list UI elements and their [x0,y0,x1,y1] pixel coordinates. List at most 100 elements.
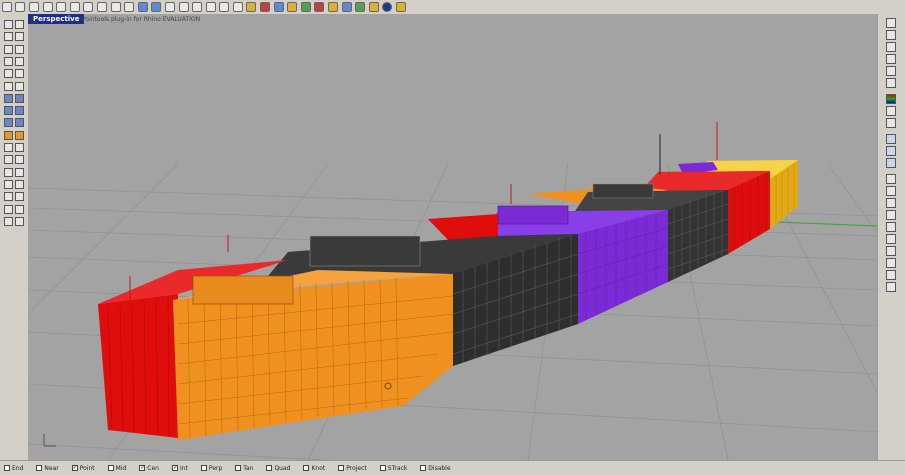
right-tool-13-icon[interactable] [886,174,896,184]
osnap-checkbox[interactable] [266,465,273,471]
box-icon[interactable] [4,93,13,103]
light-icon[interactable] [287,2,298,12]
save-file-icon[interactable] [28,2,39,12]
osnap-checkbox[interactable] [303,465,310,471]
circle-icon[interactable] [15,44,24,54]
osnap-cen[interactable]: ✓ Cen [139,465,159,472]
right-tool-2-icon[interactable] [886,30,896,40]
osnap-disable[interactable]: Disable [420,465,451,472]
select-icon[interactable] [4,20,13,29]
osnap-knot[interactable]: Knot [303,465,325,472]
right-tool-7-icon[interactable] [886,94,896,104]
open-template-icon[interactable] [56,2,67,12]
dimension-icon[interactable] [4,204,13,214]
cut-icon[interactable] [69,2,80,12]
sun-icon[interactable] [368,2,379,12]
right-tool-1-icon[interactable] [886,18,896,28]
sphere-icon[interactable] [15,93,24,103]
osnap-mid[interactable]: Mid [107,465,126,472]
scale-icon[interactable] [15,179,24,189]
mirror-icon[interactable] [4,192,13,202]
texture-icon[interactable] [355,2,366,12]
surface-icon[interactable] [15,81,24,91]
offset-icon[interactable] [4,130,13,140]
ellipse-icon[interactable] [15,56,24,66]
osnap-point[interactable]: ✓ Point [71,465,95,472]
render-icon[interactable] [382,2,393,12]
rotate-icon[interactable] [4,179,13,189]
render-preview-icon[interactable] [260,2,271,12]
group-icon[interactable] [15,155,24,165]
split-icon[interactable] [4,143,13,152]
osnap-checkbox[interactable] [235,465,242,471]
material-icon[interactable] [328,2,339,12]
right-tool-18-icon[interactable] [886,234,896,244]
array-icon[interactable] [15,192,24,202]
point-icon[interactable] [15,20,24,29]
right-tool-12-icon[interactable] [886,158,896,168]
text-icon[interactable] [4,81,13,91]
print-icon[interactable] [42,2,53,12]
select-all-icon[interactable] [232,2,243,12]
osnap-checkbox[interactable]: ✓ [139,465,145,471]
boolean-icon[interactable] [4,118,13,128]
layer-icon[interactable] [300,2,311,12]
osnap-near[interactable]: Near [36,465,59,472]
paste-icon[interactable] [96,2,107,12]
rectangle-icon[interactable] [4,69,13,79]
viewport-title[interactable]: Perspective [28,14,85,24]
polygon-icon[interactable] [15,69,24,79]
right-tool-9-icon[interactable] [886,118,896,128]
copy-icon[interactable] [83,2,94,12]
osnap-checkbox[interactable] [420,465,427,471]
osnap-checkbox[interactable] [338,465,345,471]
osnap-checkbox[interactable]: ✓ [71,465,78,471]
right-tool-15-icon[interactable] [886,198,896,208]
rotate-view-icon[interactable] [151,2,162,12]
new-file-icon[interactable] [1,2,12,12]
osnap-strack[interactable]: STrack [379,465,407,472]
zoom-extents-icon[interactable] [192,2,203,12]
environment-icon[interactable] [341,2,352,12]
fillet-icon[interactable] [15,118,24,128]
osnap-int[interactable]: ✓ Int [171,465,188,472]
help-icon[interactable] [396,2,407,12]
color-wheel-icon[interactable] [314,2,325,12]
revolve-icon[interactable] [15,106,24,116]
right-tool-8-icon[interactable] [886,106,896,116]
perspective-viewport[interactable]: Perspective Pointools plug-in for Rhino … [28,14,878,460]
zoom-selected-icon[interactable] [205,2,216,12]
right-tool-3-icon[interactable] [886,42,896,52]
right-tool-21-icon[interactable] [886,270,896,280]
right-tool-19-icon[interactable] [886,246,896,256]
right-tool-16-icon[interactable] [886,210,896,220]
zoom-dynamic-icon[interactable] [164,2,175,12]
explode-icon[interactable] [4,155,13,165]
osnap-end[interactable]: End [4,465,23,472]
right-tool-10-icon[interactable] [886,134,896,144]
render-icon[interactable] [4,216,13,226]
arc-icon[interactable] [4,56,13,66]
zoom-window-icon[interactable] [178,2,189,12]
right-tool-17-icon[interactable] [886,222,896,232]
osnap-checkbox[interactable] [4,465,10,471]
redo-icon[interactable] [124,2,135,12]
pan-icon[interactable] [137,2,148,12]
trim-icon[interactable] [15,130,24,140]
osnap-checkbox[interactable] [107,465,114,471]
shade-icon[interactable] [273,2,284,12]
zoom-all-icon[interactable] [219,2,230,12]
right-tool-20-icon[interactable] [886,258,896,268]
layer-icon[interactable] [15,216,24,226]
properties-icon[interactable] [246,2,257,12]
osnap-checkbox[interactable] [36,465,43,471]
analyze-icon[interactable] [15,204,24,214]
osnap-project[interactable]: Project [338,465,367,472]
move-icon[interactable] [4,167,13,177]
polyline-icon[interactable] [15,32,24,42]
right-tool-11-icon[interactable] [886,146,896,156]
extrude-icon[interactable] [4,106,13,116]
undo-icon[interactable] [110,2,121,12]
right-tool-22-icon[interactable] [886,282,896,292]
right-tool-5-icon[interactable] [886,66,896,76]
